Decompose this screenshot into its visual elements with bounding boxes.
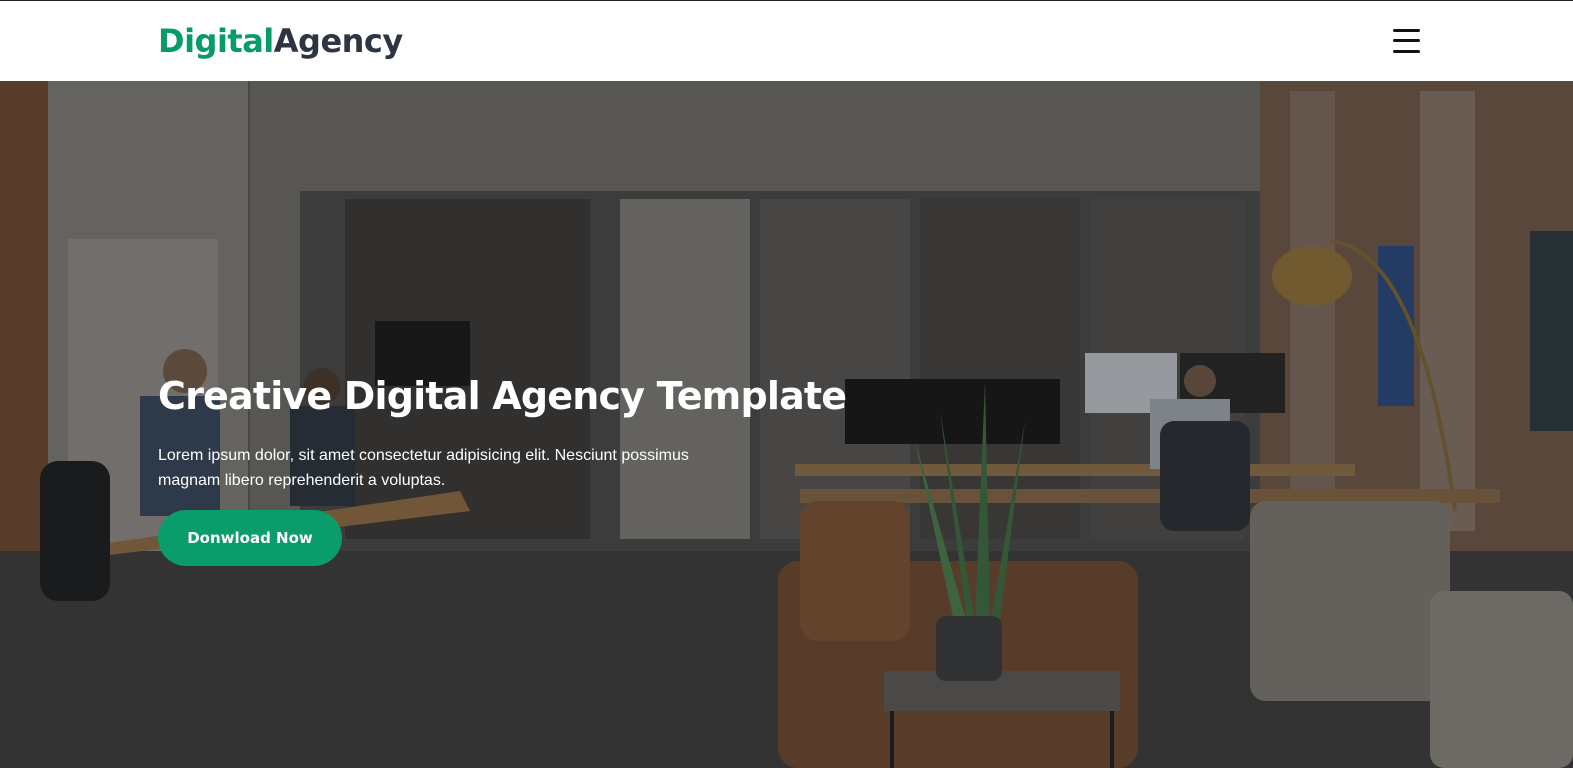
hero-title: Creative Digital Agency Template — [158, 374, 847, 418]
hero-description: Lorem ipsum dolor, sit amet consectetur … — [158, 447, 689, 489]
hamburger-line — [1393, 29, 1420, 32]
logo-secondary-text: Agency — [273, 22, 403, 60]
hamburger-line — [1393, 50, 1420, 53]
top-navbar: DigitalAgency — [0, 0, 1573, 81]
hero-section: Creative Digital Agency Template Lorem i… — [0, 81, 1573, 768]
hamburger-menu-icon[interactable] — [1390, 25, 1422, 57]
site-logo[interactable]: DigitalAgency — [158, 21, 403, 61]
hero-dark-overlay — [0, 81, 1573, 768]
logo-primary-text: Digital — [158, 22, 274, 60]
hamburger-line — [1393, 39, 1420, 42]
download-now-button[interactable]: Donwload Now — [158, 510, 342, 566]
